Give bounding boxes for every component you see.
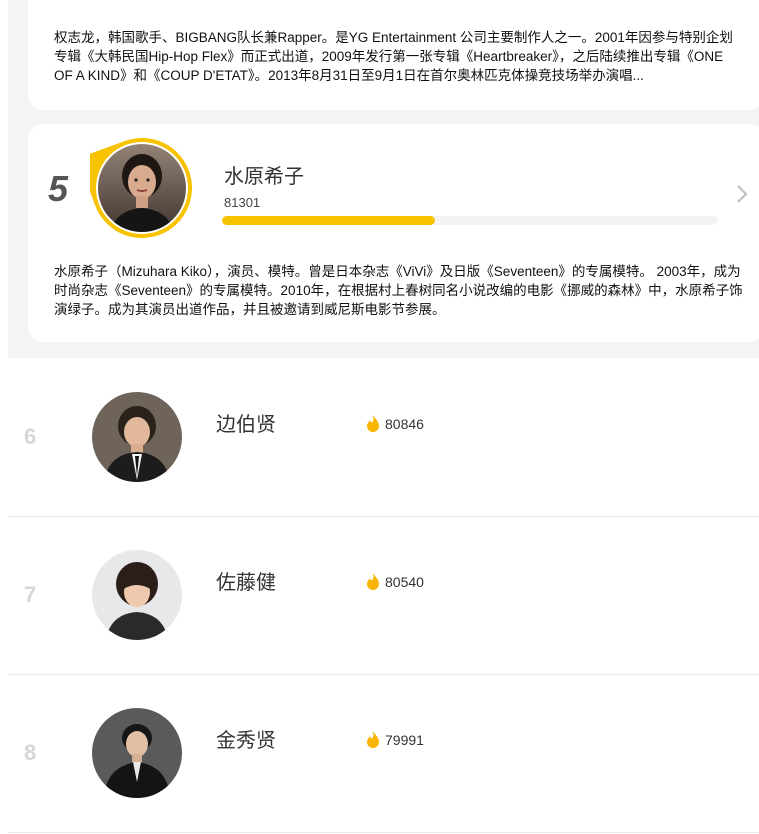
flame-icon bbox=[367, 415, 379, 432]
portrait-man-suit-icon[interactable] bbox=[92, 392, 182, 482]
featured-progress-fill bbox=[222, 216, 436, 225]
flame-icon bbox=[367, 573, 379, 590]
row-name: 金秀贤 bbox=[216, 730, 276, 752]
rank-row[interactable]: 6 边伯贤 80846 bbox=[8, 358, 759, 517]
prev-rank-card[interactable]: 权志龙，韩国歌手、BIGBANG队长兼Rapper。是YG Entertainm… bbox=[28, 0, 759, 110]
row-score: 80846 bbox=[366, 415, 424, 433]
row-name: 边伯贤 bbox=[216, 414, 276, 436]
row-score: 79991 bbox=[366, 731, 424, 749]
row-name: 佐藤健 bbox=[216, 572, 276, 594]
row-score-value: 80540 bbox=[385, 574, 424, 590]
portrait-man-dark-suit-icon[interactable] bbox=[92, 708, 182, 798]
prev-description: 权志龙，韩国歌手、BIGBANG队长兼Rapper。是YG Entertainm… bbox=[54, 30, 733, 83]
rank-row[interactable]: 8 金秀贤 79991 bbox=[8, 674, 759, 833]
featured-name: 水原希子 bbox=[224, 166, 304, 188]
featured-progress-track bbox=[222, 216, 718, 225]
featured-score: 81301 bbox=[224, 195, 261, 210]
row-rank-number: 8 bbox=[24, 740, 37, 765]
row-score-value: 79991 bbox=[385, 732, 424, 748]
flame-icon bbox=[367, 731, 379, 748]
featured-rank-number: 5 bbox=[48, 168, 68, 209]
featured-description: 水原希子（Mizuhara Kiko），演员、模特。曾是日本杂志《ViVi》及日… bbox=[54, 264, 743, 317]
row-score: 80540 bbox=[366, 573, 424, 591]
row-score-value: 80846 bbox=[385, 416, 424, 432]
row-rank-number: 7 bbox=[24, 582, 37, 607]
rank-row[interactable]: 7 佐藤健 80540 bbox=[8, 516, 759, 675]
row-rank-number: 6 bbox=[24, 424, 37, 449]
featured-rank-card[interactable]: 5 水原希子 81301 水原希子（Mizuhara Kiko），演员、模特。曾… bbox=[28, 124, 759, 342]
chevron-right-icon[interactable] bbox=[734, 182, 750, 206]
featured-avatar[interactable] bbox=[90, 136, 194, 240]
portrait-man-icon[interactable] bbox=[92, 550, 182, 640]
featured-section: 权志龙，韩国歌手、BIGBANG队长兼Rapper。是YG Entertainm… bbox=[8, 0, 759, 358]
